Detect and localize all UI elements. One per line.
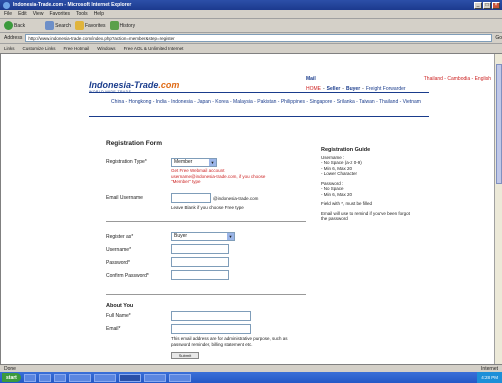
- link-hotmail[interactable]: Free Hotmail: [64, 46, 90, 51]
- page-viewport: Indonesia-Trade.com WORLD WIDE TRADE Mai…: [0, 54, 494, 364]
- password-input[interactable]: [171, 257, 229, 267]
- menu-view[interactable]: View: [33, 11, 44, 17]
- registration-guide: Registration Guide Username : - No Space…: [321, 147, 416, 222]
- chevron-down-icon: ▼: [209, 159, 216, 166]
- username-label: Username*: [106, 247, 132, 253]
- username-input[interactable]: [171, 244, 229, 254]
- registration-type-note: Get Free Webmail account username@indone…: [171, 168, 266, 184]
- email-note: This email address are for administrativ…: [171, 336, 288, 347]
- menu-file[interactable]: File: [4, 11, 12, 17]
- taskbar-window-button[interactable]: [93, 373, 116, 382]
- chevron-down-icon: ▼: [227, 233, 234, 240]
- system-tray-clock[interactable]: 4:28 PM: [477, 372, 502, 383]
- history-button[interactable]: History: [109, 21, 135, 30]
- url-input[interactable]: http://www.indonesia-trade.com/index.php…: [25, 34, 493, 42]
- register-as-label: Register as*: [106, 234, 134, 240]
- menu-help[interactable]: Help: [94, 11, 104, 17]
- password-label: Password*: [106, 260, 130, 266]
- favorites-button[interactable]: Favorites: [74, 21, 106, 30]
- taskbar-window-button[interactable]: [68, 373, 91, 382]
- start-button[interactable]: start: [2, 373, 21, 382]
- confirm-password-input[interactable]: [171, 270, 229, 280]
- email-label: Email*: [106, 326, 121, 332]
- email-username-input[interactable]: [171, 193, 211, 203]
- mail-link[interactable]: Mail: [306, 76, 316, 82]
- brand-name: Indonesia-Trade: [89, 80, 159, 90]
- quicklaunch-icon[interactable]: [53, 373, 66, 382]
- back-arrow-icon: [4, 21, 13, 30]
- form-divider-2: [106, 294, 306, 295]
- quicklaunch-icon[interactable]: [38, 373, 51, 382]
- taskbar-window-button[interactable]: [118, 373, 141, 382]
- menu-favorites[interactable]: Favorites: [49, 11, 70, 17]
- ie-icon: [3, 1, 10, 9]
- about-title: About You: [106, 303, 134, 309]
- menu-tools[interactable]: Tools: [76, 11, 88, 17]
- window-title: Indonesia-Trade.com - Microsoft Internet…: [13, 2, 132, 8]
- brand-suffix: .com: [158, 80, 180, 90]
- zone-text: Internet: [481, 365, 498, 372]
- form-title: Registration Form: [106, 140, 162, 147]
- link-customize[interactable]: Customize Links: [23, 46, 56, 51]
- back-button[interactable]: Back: [4, 21, 25, 30]
- header-divider: [89, 92, 429, 93]
- star-icon: [74, 21, 84, 30]
- search-button[interactable]: Search: [45, 21, 71, 30]
- taskbar-window-button[interactable]: [168, 373, 191, 382]
- maximize-button[interactable]: □: [483, 1, 491, 9]
- submit-button[interactable]: Submit: [171, 352, 199, 359]
- top-right-nav: Mail Thailand - Cambodia - English HOME -…: [306, 76, 491, 92]
- register-as-select[interactable]: Buyer ▼: [171, 232, 235, 241]
- vertical-scrollbar[interactable]: [494, 54, 502, 364]
- guide-title: Registration Guide: [321, 147, 371, 153]
- form-divider-1: [106, 221, 306, 222]
- links-label: Links: [4, 46, 15, 51]
- menu-edit[interactable]: Edit: [18, 11, 27, 17]
- countries-divider: [89, 116, 429, 117]
- confirm-password-label: Confirm Password*: [106, 273, 149, 279]
- history-icon: [109, 21, 119, 30]
- country-links[interactable]: China - Hongkong - India - Indonesia - J…: [106, 99, 426, 106]
- close-button[interactable]: ×: [492, 1, 500, 9]
- links-bar: Links Customize Links Free Hotmail Windo…: [0, 44, 502, 54]
- link-windows[interactable]: Windows: [97, 46, 115, 51]
- registration-type-select[interactable]: Member ▼: [171, 158, 217, 167]
- quicklaunch-icon[interactable]: [23, 373, 36, 382]
- scrollbar-thumb[interactable]: [496, 64, 502, 184]
- address-bar: Address http://www.indonesia-trade.com/i…: [0, 33, 502, 44]
- minimize-button[interactable]: _: [474, 1, 482, 9]
- email-username-label: Email Username: [106, 195, 143, 201]
- toolbar: Back Search Favorites History: [0, 19, 502, 33]
- status-bar: Done Internet: [0, 364, 502, 372]
- guide-email-note: Email will use to remind if you've been …: [321, 210, 410, 222]
- go-button[interactable]: Go: [495, 35, 502, 41]
- language-links[interactable]: Thailand - Cambodia - English: [424, 76, 491, 82]
- taskbar-window-button[interactable]: [143, 373, 166, 382]
- registration-type-label: Registration Type*: [106, 159, 147, 165]
- email-username-suffix: @indonesia-trade.com: [213, 196, 259, 201]
- address-label: Address: [4, 35, 23, 41]
- email-username-note: Leave Blank if you choose Free type: [171, 205, 244, 210]
- fullname-input[interactable]: [171, 311, 251, 321]
- status-text: Done: [4, 365, 16, 372]
- email-input[interactable]: [171, 324, 251, 334]
- taskbar: start 4:28 PM: [0, 372, 502, 383]
- search-icon: [45, 21, 55, 30]
- link-aol[interactable]: Free AOL & Unlimited Internet: [124, 46, 184, 51]
- fullname-label: Full Name*: [106, 313, 131, 319]
- title-bar: Indonesia-Trade.com - Microsoft Internet…: [0, 0, 502, 10]
- menu-bar: File Edit View Favorites Tools Help: [0, 10, 502, 19]
